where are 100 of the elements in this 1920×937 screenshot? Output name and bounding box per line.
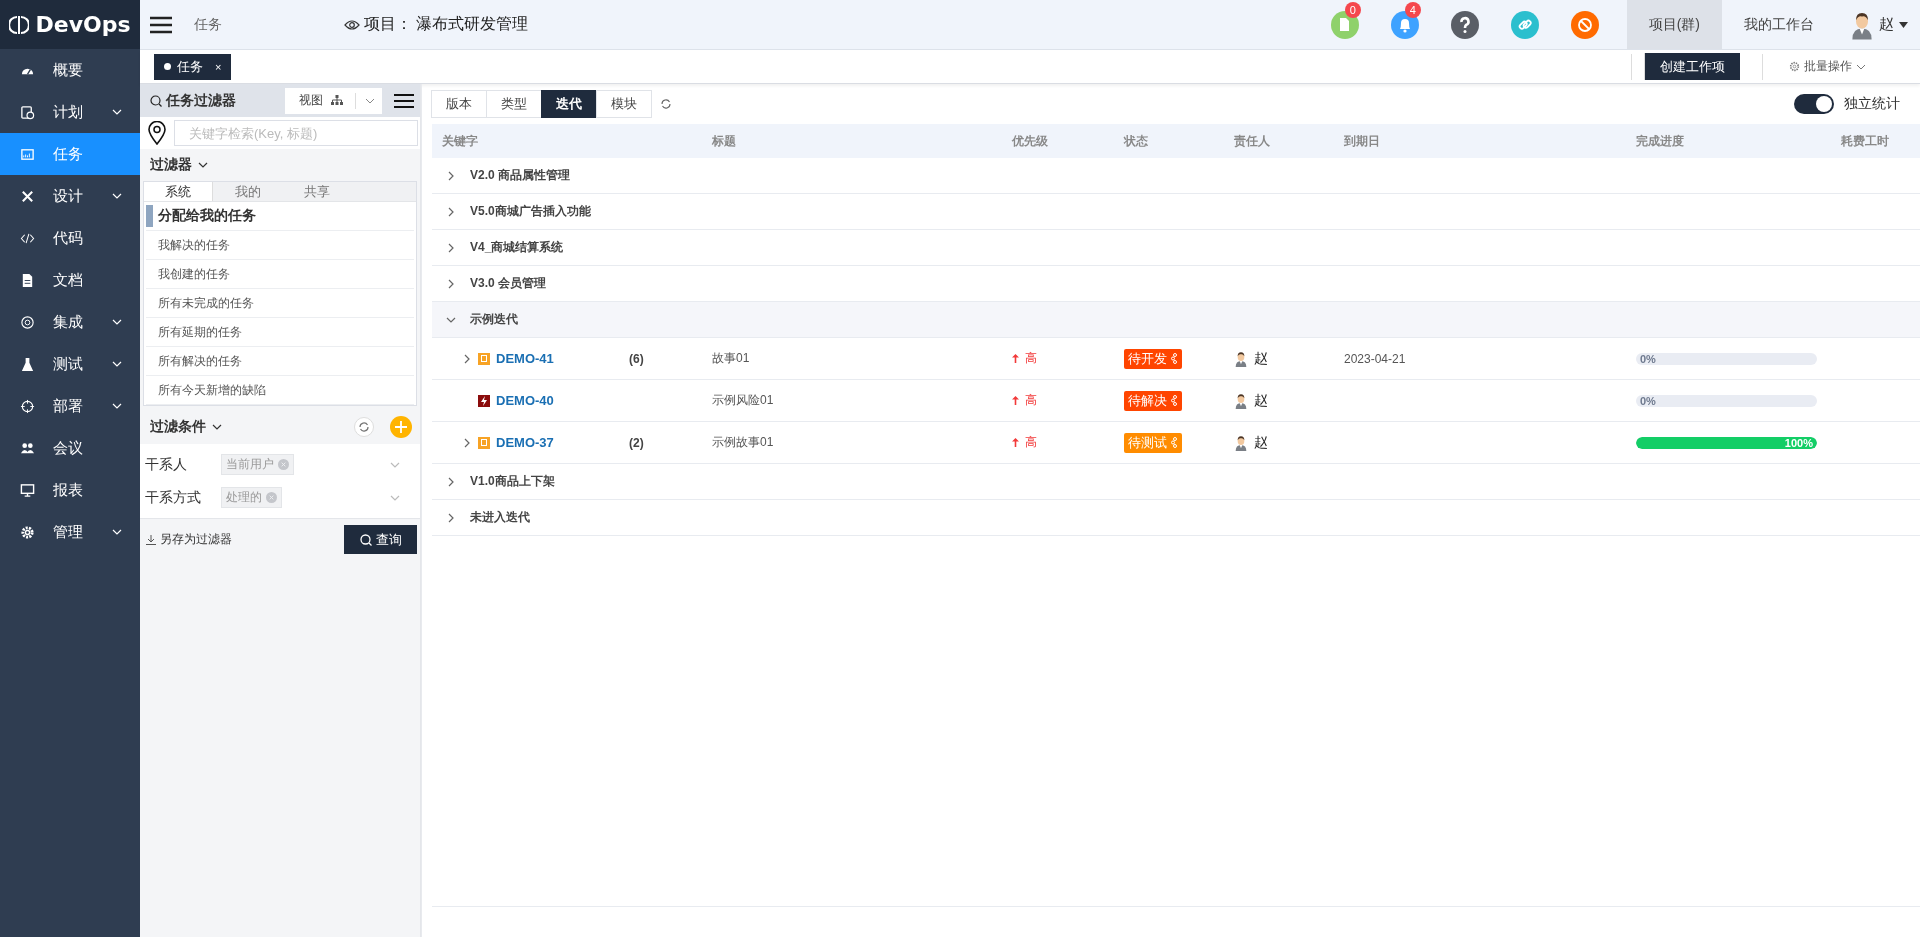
sidebar-item[interactable]: 报表: [0, 469, 140, 511]
filter-tab[interactable]: 我的: [213, 182, 282, 201]
filter-item[interactable]: 所有未完成的任务: [146, 289, 414, 318]
owner-name: 赵: [1254, 433, 1268, 452]
column-header: 优先级: [1010, 132, 1049, 150]
document-icon: [20, 272, 35, 288]
help-icon[interactable]: [1450, 10, 1479, 39]
group-row[interactable]: V1.0商品上下架: [432, 464, 1920, 500]
sidebar-item[interactable]: 计划: [0, 91, 140, 133]
sidebar-item[interactable]: 概要: [0, 49, 140, 91]
filter-tab[interactable]: 共享: [282, 182, 351, 201]
group-name: V5.0商城广告插入功能: [470, 203, 591, 220]
nav-tab[interactable]: 项目(群): [1626, 0, 1722, 49]
column-header: 耗费工时: [1840, 132, 1890, 150]
query-button[interactable]: 查询: [344, 525, 417, 554]
task-key[interactable]: DEMO-37: [496, 435, 554, 450]
filter-item[interactable]: 我解决的任务: [146, 231, 414, 260]
task-key[interactable]: DEMO-40: [496, 393, 554, 408]
calendar-icon: [20, 104, 35, 120]
filter-item[interactable]: 分配给我的任务: [146, 202, 414, 231]
task-title: 故事01: [712, 350, 750, 367]
page-tab[interactable]: 任务 ×: [154, 53, 232, 80]
sidebar-item[interactable]: 文档: [0, 259, 140, 301]
sidebar-item[interactable]: 管理: [0, 511, 140, 553]
group-row[interactable]: 未进入迭代: [432, 500, 1920, 536]
column-header: 关键字: [441, 132, 479, 150]
workflow-icon: [1170, 353, 1178, 364]
search-icon: [359, 533, 372, 546]
column-header: 状态: [1122, 132, 1149, 150]
sidebar-item[interactable]: 部署: [0, 385, 140, 427]
avatar-icon: [1234, 392, 1248, 409]
up-arrow-icon: [1012, 354, 1019, 363]
menu-icon[interactable]: [394, 92, 414, 109]
batch-button[interactable]: 批量操作: [1789, 58, 1866, 75]
group-tab[interactable]: 模块: [596, 90, 652, 118]
status-label: 待解决: [1128, 391, 1167, 410]
section-title[interactable]: 过滤器: [150, 156, 192, 174]
group-tab[interactable]: 版本: [431, 90, 487, 118]
view-dropdown[interactable]: 视图: [285, 87, 382, 114]
download-icon: [146, 534, 156, 545]
task-row[interactable]: DEMO-41 (6) 故事01 高 待开发 赵 2023-04-21 0%: [432, 338, 1920, 380]
priority-label: 高: [1025, 434, 1037, 451]
toggle-switch[interactable]: [1794, 94, 1834, 114]
link-icon[interactable]: [1510, 10, 1539, 39]
task-row[interactable]: DEMO-40 示例风险01 高 待解决 赵 0%: [432, 380, 1920, 422]
chevron-icon: [212, 422, 222, 432]
group-row[interactable]: V2.0 商品属性管理: [432, 158, 1920, 194]
count-badge: 4: [1404, 1, 1421, 18]
group-row[interactable]: 示例迭代: [432, 302, 1920, 338]
group-name: V1.0商品上下架: [470, 473, 555, 490]
panel-title: 任务过滤器: [166, 91, 236, 110]
progress-label: 0%: [1640, 352, 1656, 365]
group-name: 示例迭代: [470, 311, 518, 328]
due-date: 2023-04-21: [1344, 351, 1406, 366]
group-row[interactable]: V5.0商城广告插入功能: [432, 194, 1920, 230]
task-row[interactable]: DEMO-37 (2) 示例故事01 高 待测试 赵 100%: [432, 422, 1920, 464]
group-tab[interactable]: 类型: [486, 90, 542, 118]
progress-label: 100%: [1784, 436, 1813, 449]
column-header: 到期日: [1343, 132, 1381, 150]
search-field[interactable]: 关键字检索(Key, 标题): [174, 120, 418, 146]
sidebar-item[interactable]: 代码: [0, 217, 140, 259]
sidebar-item[interactable]: 测试: [0, 343, 140, 385]
refresh-icon[interactable]: [660, 98, 672, 110]
section-title[interactable]: 过滤条件: [150, 418, 206, 436]
group-name: 未进入迭代: [470, 509, 530, 526]
expand-icon: [446, 170, 456, 181]
column-header: 责任人: [1233, 132, 1271, 150]
sidebar-item[interactable]: 设计: [0, 175, 140, 217]
filter-item[interactable]: 所有延期的任务: [146, 318, 414, 347]
subtask-count: (2): [629, 435, 644, 450]
group-name: V3.0 会员管理: [470, 275, 547, 292]
filter-item[interactable]: 所有解决的任务: [146, 347, 414, 376]
expand-icon: [446, 242, 456, 253]
search-icon: [150, 94, 162, 107]
blocked-icon[interactable]: [1570, 10, 1599, 39]
task-title: 示例故事01: [712, 434, 774, 451]
filter-item[interactable]: 所有今天新增的缺陷: [146, 376, 414, 405]
group-row[interactable]: V4_商城结算系统: [432, 230, 1920, 266]
group-tab[interactable]: 迭代: [541, 90, 597, 118]
group-name: V4_商城结算系统: [470, 239, 564, 256]
status-label: 待测试: [1128, 433, 1167, 452]
hierarchy-icon: [331, 95, 343, 106]
nav-tab[interactable]: 我的工作台: [1722, 0, 1836, 49]
sidebar-item[interactable]: 集成: [0, 301, 140, 343]
task-key[interactable]: DEMO-41: [496, 351, 554, 366]
folder-icon: [20, 146, 35, 162]
subtask-count: (6): [629, 351, 644, 366]
menu-icon[interactable]: [150, 15, 172, 34]
filter-item[interactable]: 我创建的任务: [146, 260, 414, 289]
create-button[interactable]: 创建工作项: [1644, 53, 1740, 80]
gear-icon: [1789, 61, 1800, 72]
filter-tab[interactable]: 系统: [144, 182, 213, 201]
caret-icon[interactable]: [1899, 21, 1908, 28]
priority-label: 高: [1025, 392, 1037, 409]
workflow-icon: [1170, 395, 1178, 406]
sidebar-item[interactable]: 会议: [0, 427, 140, 469]
logo-text: DevOps: [35, 12, 131, 37]
condition-label: 干系人: [145, 455, 188, 474]
save-link[interactable]: 另存为过滤器: [146, 531, 232, 548]
user-name[interactable]: 赵: [1879, 15, 1894, 34]
